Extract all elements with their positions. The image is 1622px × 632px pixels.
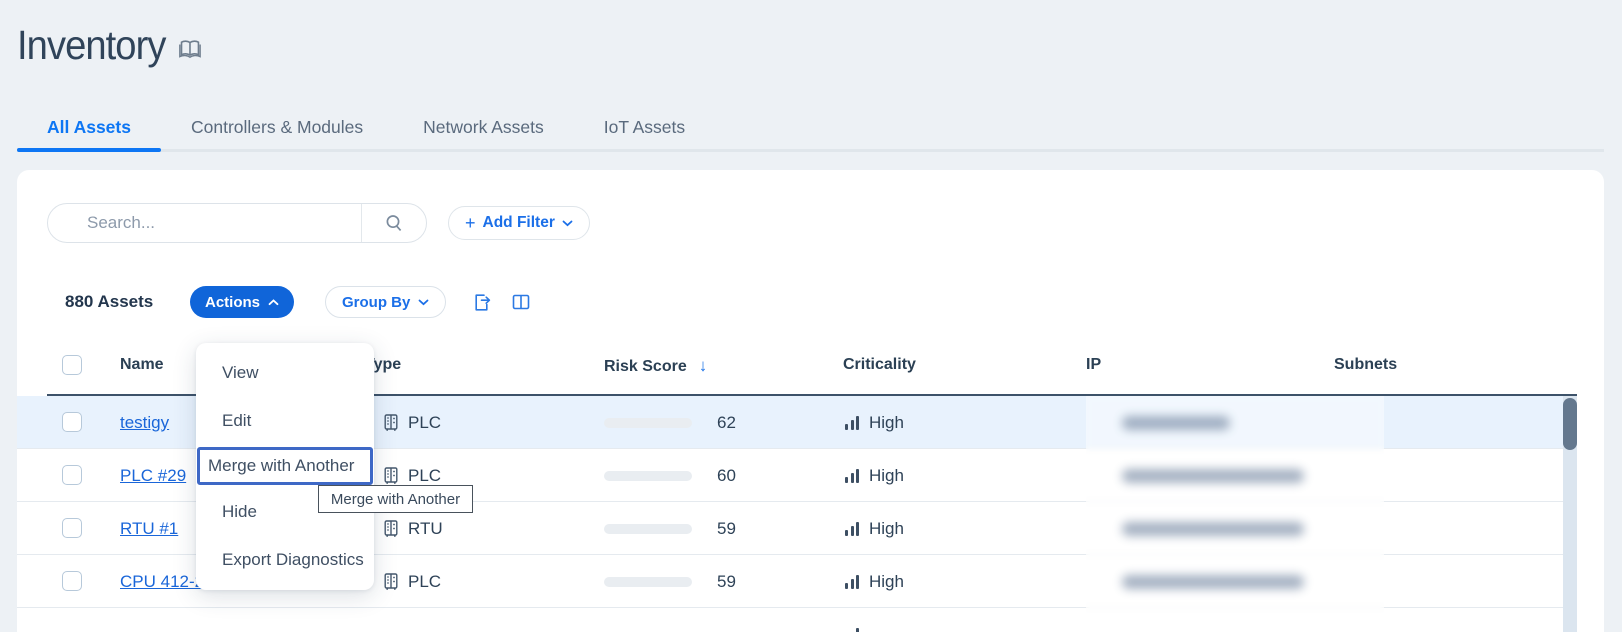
plc-icon <box>382 413 400 432</box>
asset-type-label: PLC <box>408 572 441 592</box>
search-input[interactable] <box>48 213 361 233</box>
chevron-down-icon <box>418 299 429 306</box>
group-by-button[interactable]: Group By <box>325 286 446 318</box>
columns-icon <box>511 293 531 311</box>
plus-icon: + <box>465 213 476 234</box>
risk-score-bar <box>604 524 692 534</box>
menu-item-merge-with-another[interactable]: Merge with Another <box>197 447 373 485</box>
criticality-bars-icon <box>845 575 859 589</box>
select-all-checkbox[interactable] <box>62 355 82 375</box>
tab-iot-assets[interactable]: IoT Assets <box>574 106 715 149</box>
row-checkbox[interactable] <box>62 571 82 591</box>
asset-name-link[interactable]: PLC #29 <box>120 466 186 486</box>
vertical-scrollbar[interactable] <box>1563 396 1577 632</box>
row-checkbox[interactable] <box>62 465 82 485</box>
actions-button[interactable]: Actions <box>190 286 294 318</box>
page-title-text: Inventory <box>17 22 165 69</box>
group-by-label: Group By <box>342 294 410 311</box>
search-icon <box>384 213 404 233</box>
risk-score-bar <box>604 418 692 428</box>
chevron-down-icon <box>562 220 573 227</box>
row-checkbox[interactable] <box>62 412 82 432</box>
column-header-subnets[interactable]: Subnets <box>1334 356 1397 374</box>
asset-count: 880 Assets <box>65 292 153 312</box>
add-filter-label: Add Filter <box>483 214 555 232</box>
scrollbar-thumb[interactable] <box>1563 398 1577 450</box>
search-button[interactable] <box>362 204 426 242</box>
asset-name-link[interactable]: testigy <box>120 413 169 433</box>
menu-item-view[interactable]: View <box>196 352 374 394</box>
criticality-bars-icon <box>845 469 859 483</box>
risk-score-value: 62 <box>717 396 736 449</box>
menu-item-export-diagnostics[interactable]: Export Diagnostics <box>196 539 374 581</box>
book-icon <box>178 38 202 60</box>
inventory-tabs: All Assets Controllers & Modules Network… <box>17 106 1604 152</box>
table-row-partial[interactable] <box>17 608 1563 632</box>
merge-tooltip: Merge with Another <box>318 485 473 513</box>
actions-button-label: Actions <box>205 294 260 311</box>
risk-score-value: 60 <box>717 449 736 502</box>
plc-icon <box>382 572 400 591</box>
export-button[interactable] <box>467 288 495 316</box>
risk-score-value: 59 <box>717 555 736 608</box>
risk-score-value: 59 <box>717 502 736 555</box>
criticality-bars-icon <box>845 628 859 632</box>
export-icon <box>471 292 492 313</box>
risk-score-bar <box>604 471 692 481</box>
rtu-icon <box>382 519 400 538</box>
criticality-label: High <box>869 519 904 539</box>
sort-desc-icon[interactable]: ↓ <box>699 356 708 375</box>
actions-menu: View Edit Merge with Another Hide Export… <box>196 343 374 590</box>
criticality-label: High <box>869 572 904 592</box>
row-checkbox[interactable] <box>62 518 82 538</box>
column-header-ip[interactable]: IP <box>1086 356 1101 374</box>
asset-name-link[interactable]: RTU #1 <box>120 519 178 539</box>
columns-button[interactable] <box>507 288 535 316</box>
add-filter-button[interactable]: + Add Filter <box>448 206 590 240</box>
criticality-label: High <box>869 466 904 486</box>
plc-icon <box>382 466 400 485</box>
inventory-page: Inventory All Assets Controllers & Modul… <box>0 0 1622 632</box>
menu-item-edit[interactable]: Edit <box>196 400 374 442</box>
chevron-up-icon <box>268 299 279 306</box>
criticality-bars-icon <box>845 416 859 430</box>
column-header-risk-score[interactable]: Risk Score↓ <box>604 356 707 376</box>
page-title: Inventory <box>17 22 201 69</box>
column-header-criticality[interactable]: Criticality <box>843 356 916 374</box>
criticality-label: High <box>869 413 904 433</box>
asset-type-label: RTU <box>408 519 443 539</box>
tab-network-assets[interactable]: Network Assets <box>393 106 574 149</box>
column-header-name[interactable]: Name <box>120 356 164 374</box>
tab-controllers-modules[interactable]: Controllers & Modules <box>161 106 393 149</box>
search-bar <box>47 203 427 243</box>
asset-type-label: PLC <box>408 466 441 486</box>
risk-score-bar <box>604 577 692 587</box>
tab-all-assets[interactable]: All Assets <box>17 106 161 149</box>
criticality-bars-icon <box>845 522 859 536</box>
asset-type-label: PLC <box>408 413 441 433</box>
